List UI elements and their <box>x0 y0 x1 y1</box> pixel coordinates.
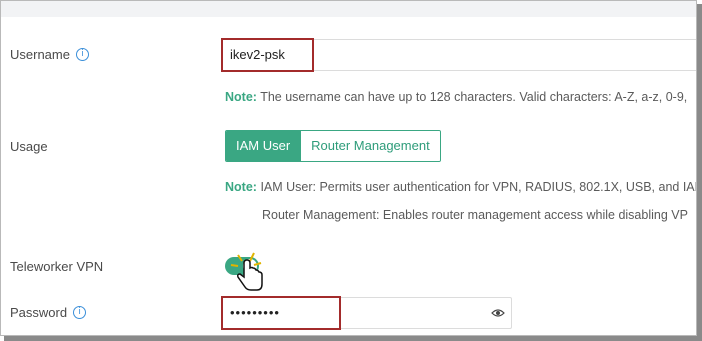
hand-pointer-icon <box>230 252 263 291</box>
shadow-bottom <box>4 336 702 341</box>
teleworker-label: Teleworker VPN <box>10 259 104 274</box>
info-icon[interactable]: i <box>73 306 87 319</box>
usage-note-line1: Note: IAM User: Permits user authenticat… <box>225 180 697 194</box>
settings-panel: Username i ikev2-psk Note: The username … <box>0 0 697 336</box>
highlight-password <box>221 296 341 330</box>
usage-label: Usage <box>10 139 48 154</box>
username-note: Note: The username can have up to 128 ch… <box>225 90 688 104</box>
shadow-right <box>697 4 702 341</box>
usage-segmented-control: IAM User Router Management <box>225 130 441 162</box>
top-strip <box>1 1 696 17</box>
password-label: Password i <box>10 305 87 320</box>
usage-note-line2: Router Management: Enables router manage… <box>262 208 688 222</box>
highlight-username <box>221 38 314 72</box>
usage-option-router-management[interactable]: Router Management <box>300 131 440 161</box>
eye-icon[interactable] <box>491 308 505 318</box>
username-label: Username i <box>10 47 89 62</box>
info-icon[interactable]: i <box>75 48 89 61</box>
usage-option-iam-user[interactable]: IAM User <box>226 131 301 161</box>
